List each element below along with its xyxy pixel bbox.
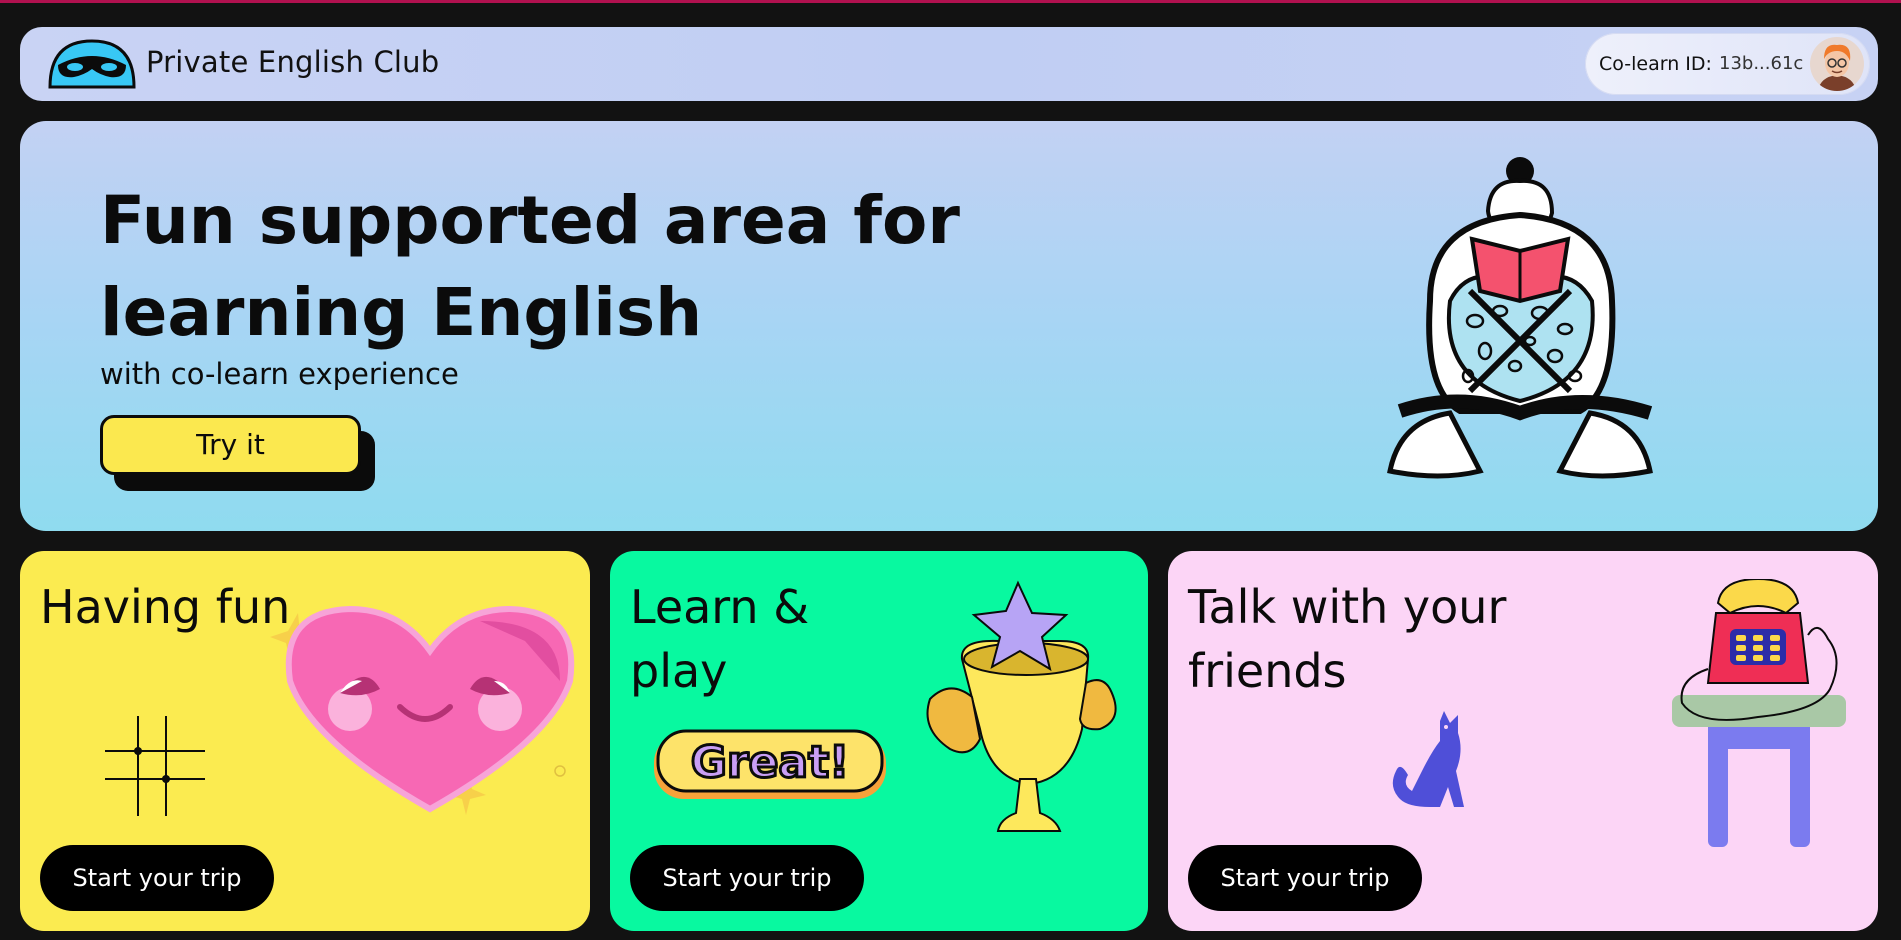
trophy-illustration (926, 580, 1117, 832)
start-your-trip-button[interactable]: Start your trip (630, 845, 864, 911)
start-your-trip-button[interactable]: Start your trip (40, 845, 274, 911)
cat-illustration (1392, 711, 1464, 807)
great-sticker: Great! (654, 729, 886, 799)
card-title: Talk with your friends (1188, 580, 1507, 698)
card-title: Having fun (40, 580, 291, 634)
hero-banner: Fun supported area for learning English … (20, 121, 1878, 531)
telephone-illustration (1672, 579, 1846, 847)
colearn-id-badge[interactable]: Co-learn ID: 13b...61c (1585, 33, 1870, 95)
app-title[interactable]: Private English Club (146, 45, 439, 79)
card-learn-and-play[interactable]: Learn & play Great! Start your trip (610, 551, 1148, 931)
avatar[interactable] (1810, 37, 1864, 91)
hero-title: Fun supported area for learning English (100, 182, 960, 351)
grid-doodle-icon (105, 716, 205, 816)
mask-logo-icon[interactable] (48, 39, 136, 89)
start-your-trip-button[interactable]: Start your trip (1188, 845, 1422, 911)
colearn-id-label: Co-learn ID: (1599, 53, 1712, 75)
card-having-fun[interactable]: Having fun Start your trip (20, 551, 590, 931)
reading-person-illustration (1387, 157, 1653, 479)
try-it-button-group[interactable]: Try it (100, 415, 375, 497)
colearn-id-value: 13b...61c (1719, 53, 1804, 74)
hero-subtitle: with co-learn experience (100, 357, 459, 391)
try-it-button[interactable]: Try it (100, 415, 361, 475)
top-header: Private English Club Co-learn ID: 13b...… (20, 27, 1878, 101)
card-talk-with-friends[interactable]: Talk with your friends Start your trip (1168, 551, 1878, 931)
great-sticker-text: Great! (691, 737, 849, 788)
heart-illustration (270, 605, 575, 815)
card-title: Learn & play (630, 580, 810, 698)
